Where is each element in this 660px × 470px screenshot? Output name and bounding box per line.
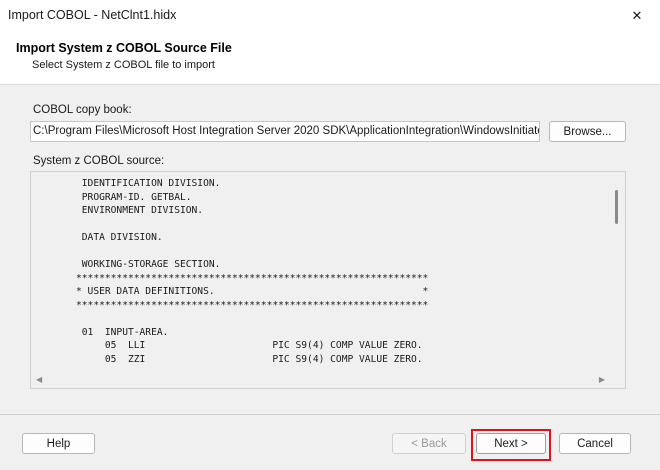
source-line: [76, 218, 610, 232]
copybook-label: COBOL copy book:: [33, 104, 132, 116]
vertical-scroll-thumb[interactable]: [615, 190, 618, 224]
wizard-header: Import System z COBOL Source File Select…: [0, 32, 660, 84]
copybook-path-field[interactable]: C:\Program Files\Microsoft Host Integrat…: [30, 121, 540, 142]
title-bar: Import COBOL - NetClnt1.hidx ✕: [0, 0, 660, 32]
horizontal-scrollbar[interactable]: ◀ ▶: [31, 372, 627, 388]
source-label: System z COBOL source:: [33, 155, 165, 167]
source-line: 01 INPUT-AREA.: [76, 326, 169, 338]
source-line: 05 LLI PIC S9(4) COMP VALUE ZERO.: [76, 340, 423, 351]
source-line: * USER DATA DEFINITIONS. *: [76, 286, 429, 297]
source-line: IDENTIFICATION DIVISION.: [76, 178, 221, 189]
close-button[interactable]: ✕: [614, 0, 660, 32]
footer-divider: [0, 414, 660, 415]
source-line: ENVIRONMENT DIVISION.: [76, 205, 204, 216]
source-line: ****************************************…: [76, 299, 429, 311]
vertical-scrollbar[interactable]: [609, 172, 625, 372]
import-cobol-dialog: Import COBOL - NetClnt1.hidx ✕ Import Sy…: [0, 0, 660, 470]
cancel-button[interactable]: Cancel: [559, 433, 631, 454]
scroll-left-icon[interactable]: ◀: [36, 376, 42, 384]
cobol-source-viewer[interactable]: IDENTIFICATION DIVISION. PROGRAM-ID. GET…: [30, 171, 626, 389]
header-divider: [0, 84, 660, 85]
window-title: Import COBOL - NetClnt1.hidx: [8, 8, 177, 22]
source-line: 05 ZZI PIC S9(4) COMP VALUE ZERO.: [76, 353, 423, 365]
source-line: WORKING-STORAGE SECTION.: [76, 259, 221, 270]
source-line: DATA DIVISION.: [76, 232, 163, 243]
next-button-highlight: [471, 429, 551, 461]
source-line: PROGRAM-ID. GETBAL.: [76, 191, 192, 203]
source-line: [76, 245, 610, 259]
back-button[interactable]: < Back: [392, 433, 466, 454]
header-title: Import System z COBOL Source File: [16, 41, 232, 55]
help-button[interactable]: Help: [22, 433, 95, 454]
close-icon: ✕: [631, 8, 643, 23]
source-line: [76, 312, 610, 326]
browse-button[interactable]: Browse...: [549, 121, 626, 142]
cobol-source-text: IDENTIFICATION DIVISION. PROGRAM-ID. GET…: [32, 173, 610, 371]
header-subtitle: Select System z COBOL file to import: [32, 59, 215, 71]
source-line: ****************************************…: [76, 272, 429, 284]
scroll-right-icon[interactable]: ▶: [599, 376, 605, 384]
